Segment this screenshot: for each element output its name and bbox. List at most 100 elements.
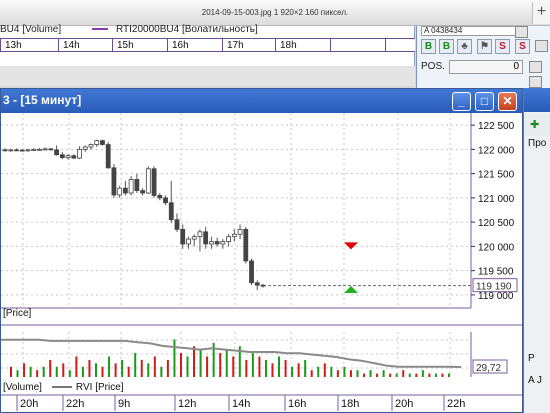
volume-bar [382,370,385,377]
price-tick-label: 120 500 [478,218,515,229]
settings-icon[interactable]: ♣ [457,39,472,54]
time-axis: 20h 22h 9h 12h 14h 16h 18h 20h 22h [1,394,522,411]
candle-body [128,179,134,194]
volume-bar [441,373,444,377]
candle-body [42,148,48,151]
position-value: 0 [449,60,523,74]
minimize-icon: _ [458,94,465,108]
volume-bar [402,370,405,377]
volume-bar [323,363,326,377]
volume-bar [134,353,137,377]
candle-body [14,149,19,152]
chart-window-title-bar[interactable]: 3 - [15 минут] _ □ ✕ [1,89,522,113]
price-tick-label: 120 000 [478,242,515,253]
volume-bar [408,373,411,377]
flag-icon[interactable]: ⚑ [477,39,492,54]
volume-bar [206,356,209,377]
candle-body [249,260,254,284]
volume-bar [336,370,339,377]
position-label: POS. [421,61,445,72]
buy-button[interactable]: B [421,39,436,54]
volume-grid [1,332,472,377]
volume-bar [114,363,117,377]
candle-body [37,148,42,151]
bg-hour-tick: 13h [0,39,22,52]
legend-volume: BU4 [Volume] [0,24,62,35]
candle-body [8,149,14,152]
time-tick-label: 22h [66,398,84,410]
volume-bar [49,359,52,377]
price-grid [1,113,522,326]
close-button[interactable]: ✕ [498,92,517,111]
field-button[interactable] [515,26,528,38]
time-tick-label: 20h [20,398,38,410]
volume-bar [330,366,333,377]
volume-bar [428,373,431,377]
candle-body [31,149,37,152]
volume-bar [147,363,150,377]
chart-area[interactable]: 122 500 122 000 121 500 121 000 120 500 120 0… [1,113,522,412]
volume-bar [376,373,379,377]
candle-body [59,154,65,159]
candle-body [25,149,31,152]
maximize-button[interactable]: □ [475,92,494,111]
candle-body [254,282,260,286]
volume-bar [62,363,65,377]
sell-market-button[interactable]: S [515,39,530,54]
minimize-button[interactable]: _ [452,92,471,111]
bg-hour-tick: 15h [112,39,134,52]
sell-button[interactable]: S [495,39,510,54]
last-price-label: 119 190 [476,282,512,293]
volume-bar [297,363,300,377]
volume-bar [153,356,156,377]
time-tick-label: 20h [395,398,413,410]
candle-body [163,197,168,204]
volume-bar [68,370,71,377]
candle-body [105,144,111,169]
candle-body [111,167,117,196]
bg-hour-tick [385,39,390,52]
volume-bar [434,373,437,377]
bg-hour-tick: 17h [222,39,244,52]
candle-body [145,168,151,194]
bg-hour-tick [330,39,335,52]
instrument-field[interactable]: A 0438434 [421,26,516,36]
volume-bar [232,356,235,377]
position-button-2[interactable] [529,76,542,88]
volume-bar [310,370,313,377]
close-icon[interactable] [535,40,548,52]
candle-body [71,155,77,159]
volume-bar [251,353,254,377]
position-button[interactable] [529,61,542,73]
add-icon[interactable]: ✚ [530,118,539,131]
volume-bar [389,373,392,377]
price-tick-label: 122 500 [478,121,515,132]
legend-line-icon [92,28,108,30]
volume-bar [219,353,222,377]
plus-icon[interactable]: + [532,2,550,24]
candle-body [191,236,197,240]
volume-bar [343,366,346,377]
volume-bar [16,370,19,377]
volume-bar [356,370,359,377]
volume-bar [395,373,398,377]
candle-body [117,187,123,196]
volume-bar [245,359,248,377]
side-window-title-bar[interactable] [524,88,550,112]
time-tick-label: 22h [447,398,465,410]
volume-bar [127,366,130,377]
background-chart-window: BU4 [Volume] RTI20000BU4 [Волатильность]… [0,24,415,86]
candle-body [123,187,128,194]
candle-body [226,236,232,242]
side-column-header: Про [528,138,547,149]
legend-rvi-label: RVI [Price] [75,382,124,393]
price-series-label: [Price] [3,308,32,319]
volume-bar [42,366,45,377]
viewer-caption: 2014-09-15-003.jpg 1 920×2 160 пиксел. [201,8,349,17]
buy-market-button[interactable]: B [439,39,454,54]
volume-bar [88,359,91,377]
candle-body [82,146,88,150]
candle-body [134,179,140,191]
volume-bar [29,366,32,377]
volume-bar [36,370,39,377]
